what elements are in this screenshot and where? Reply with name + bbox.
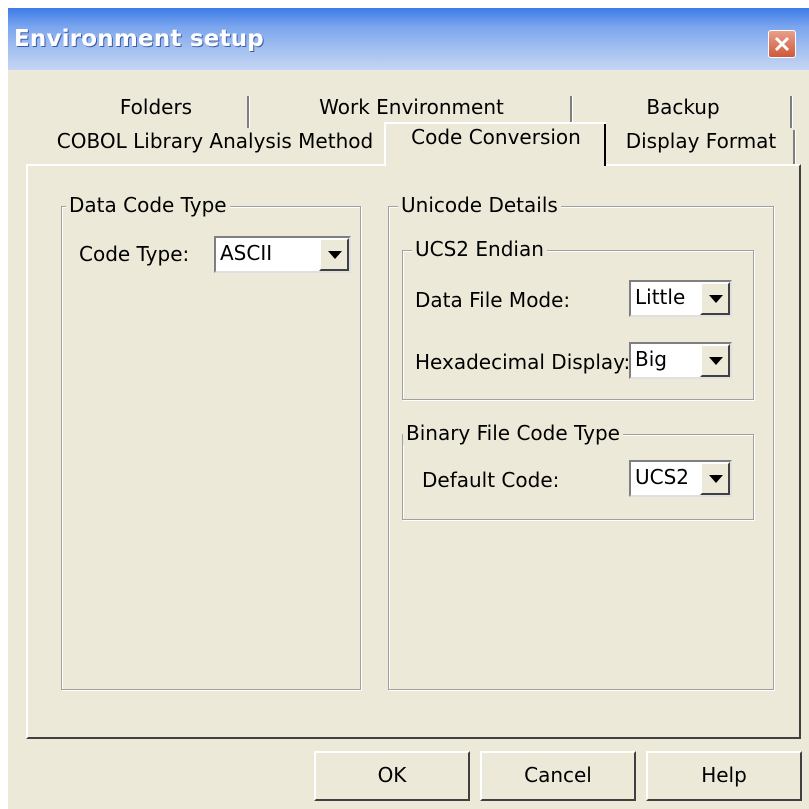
code-type-label: Code Type: bbox=[79, 242, 190, 266]
default-code-select[interactable]: UCS2 bbox=[629, 460, 732, 497]
hex-display-label: Hexadecimal Display: bbox=[415, 350, 631, 374]
tab-label: Backup bbox=[646, 95, 720, 119]
data-file-mode-label: Data File Mode: bbox=[415, 288, 571, 312]
help-button[interactable]: Help bbox=[646, 751, 802, 801]
cancel-button[interactable]: Cancel bbox=[480, 751, 636, 801]
data-file-mode-value: Little bbox=[635, 285, 686, 309]
data-file-mode-select[interactable]: Little bbox=[629, 280, 732, 317]
tab-label: Code Conversion bbox=[411, 125, 581, 149]
tab-display-format[interactable]: Display Format bbox=[606, 128, 796, 164]
default-code-dropdown-button[interactable] bbox=[700, 462, 730, 495]
chevron-down-icon bbox=[709, 475, 723, 483]
default-code-label: Default Code: bbox=[422, 468, 560, 492]
close-icon bbox=[774, 36, 790, 52]
hex-display-value: Big bbox=[635, 347, 667, 371]
tab-folders[interactable]: Folders bbox=[62, 94, 250, 128]
tab-label: Work Environment bbox=[319, 95, 504, 119]
code-type-value: ASCII bbox=[220, 241, 273, 265]
binary-file-code-type-title: Binary File Code Type bbox=[403, 421, 623, 445]
title-bar[interactable]: Environment setup bbox=[8, 8, 809, 70]
data-code-type-title: Data Code Type bbox=[66, 193, 230, 217]
hex-display-select[interactable]: Big bbox=[629, 342, 732, 379]
chevron-down-icon bbox=[709, 295, 723, 303]
environment-setup-dialog: Environment setup Folders Work Environme… bbox=[8, 8, 809, 809]
tab-label: Folders bbox=[119, 95, 193, 119]
chevron-down-icon bbox=[709, 357, 723, 365]
ucs2-endian-title: UCS2 Endian bbox=[412, 237, 547, 261]
close-button[interactable] bbox=[768, 30, 796, 58]
code-type-select[interactable]: ASCII bbox=[214, 236, 351, 273]
tab-label: COBOL Library Analysis Method bbox=[56, 129, 374, 153]
code-type-dropdown-button[interactable] bbox=[319, 238, 349, 271]
hex-display-dropdown-button[interactable] bbox=[700, 344, 730, 377]
chevron-down-icon bbox=[328, 251, 342, 259]
tab-label: Display Format bbox=[625, 129, 777, 153]
tab-cobol-library-analysis-method[interactable]: COBOL Library Analysis Method bbox=[46, 128, 384, 164]
unicode-details-title: Unicode Details bbox=[398, 193, 561, 217]
data-file-mode-dropdown-button[interactable] bbox=[700, 282, 730, 315]
code-conversion-panel: Data Code Type Code Type: ASCII Unicode … bbox=[26, 164, 801, 739]
tab-code-conversion[interactable]: Code Conversion bbox=[384, 122, 606, 166]
ok-button[interactable]: OK bbox=[314, 751, 470, 801]
dialog-title: Environment setup bbox=[14, 26, 264, 52]
data-code-type-group bbox=[61, 206, 361, 690]
tab-backup[interactable]: Backup bbox=[573, 94, 793, 128]
default-code-value: UCS2 bbox=[635, 465, 690, 489]
